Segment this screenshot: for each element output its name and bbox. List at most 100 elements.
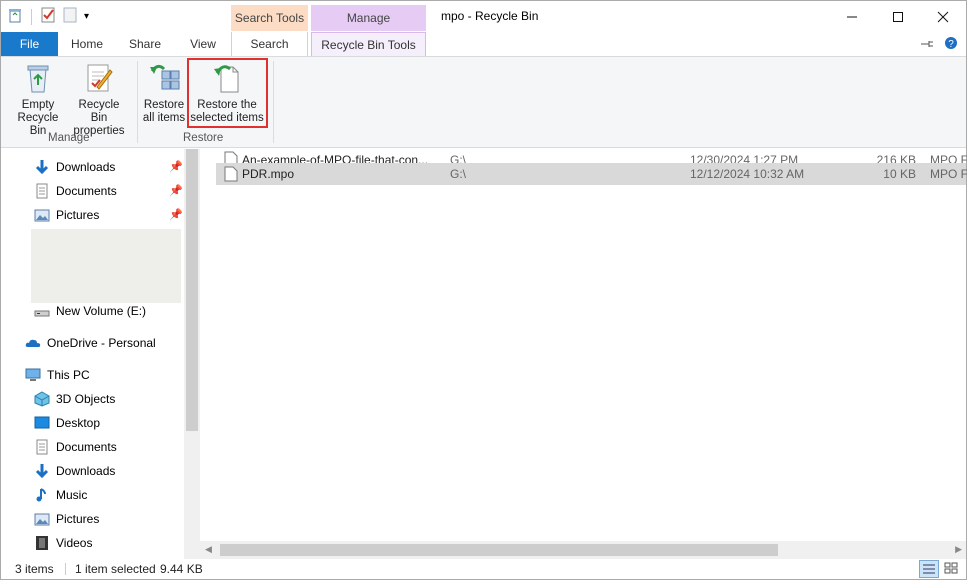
computer-icon bbox=[25, 368, 41, 381]
nav-item-desktop[interactable]: Desktop bbox=[34, 412, 100, 434]
customize-qat-icon[interactable]: ▾ bbox=[84, 11, 89, 22]
nav-item-pictures[interactable]: Pictures bbox=[34, 508, 99, 530]
recycle-bin-properties-button[interactable]: Recycle Bin properties bbox=[69, 61, 129, 138]
nav-item-music[interactable]: Music bbox=[34, 484, 87, 506]
desktop-icon bbox=[34, 416, 50, 429]
restore-all-items-button[interactable]: Restore all items bbox=[141, 61, 187, 125]
nav-item-this-pc[interactable]: This PC bbox=[25, 364, 90, 386]
navigation-pane: Downloads 📌 Documents 📌 Pictures 📌 New V… bbox=[1, 149, 200, 559]
file-type: MPO F bbox=[930, 167, 967, 181]
window-title: mpo - Recycle Bin bbox=[441, 9, 539, 23]
nav-label: Downloads bbox=[56, 160, 116, 174]
group-label-manage: Manage bbox=[48, 132, 90, 144]
table-row[interactable]: PDR.mpo G:\ 12/12/2024 10:32 AM 10 KB MP… bbox=[216, 163, 967, 185]
pictures-icon bbox=[34, 513, 50, 526]
manage-header: Manage bbox=[311, 5, 426, 31]
pin-ribbon-icon[interactable] bbox=[920, 38, 934, 52]
ribbon-controls: ? bbox=[920, 36, 958, 53]
restore-all-icon bbox=[148, 61, 180, 95]
nav-label: This PC bbox=[47, 368, 90, 382]
nav-item-documents-quick[interactable]: Documents bbox=[34, 180, 117, 202]
ribbon-group-separator bbox=[273, 61, 274, 143]
close-button[interactable] bbox=[920, 1, 966, 32]
nav-item-videos[interactable]: Videos bbox=[34, 532, 92, 554]
nav-label: Music bbox=[56, 488, 88, 502]
details-view-button[interactable] bbox=[919, 560, 939, 578]
empty-label-1: Empty bbox=[21, 99, 55, 111]
title-bar: ▾ Search Tools Manage mpo - Recycle Bin bbox=[1, 1, 966, 32]
file-list: An-example-of-MPO-file-that-con... G:\ 1… bbox=[200, 149, 967, 559]
large-icons-view-button[interactable] bbox=[942, 560, 962, 578]
file-name: PDR.mpo bbox=[242, 167, 295, 181]
quick-access-toolbar: ▾ bbox=[7, 7, 89, 26]
ribbon: Empty Recycle Bin Recycle Bin properties… bbox=[1, 56, 966, 148]
tab-view[interactable]: View bbox=[181, 32, 225, 56]
drive-icon bbox=[34, 310, 50, 317]
restore-all-label-1: Restore bbox=[143, 99, 185, 111]
nav-label: Downloads bbox=[56, 464, 116, 478]
3d-objects-icon bbox=[34, 391, 50, 407]
maximize-button[interactable] bbox=[875, 1, 921, 32]
tab-file[interactable]: File bbox=[1, 32, 58, 56]
properties-icon[interactable] bbox=[40, 7, 56, 26]
onedrive-cloud-icon bbox=[25, 339, 41, 347]
nav-scrollbar-thumb[interactable] bbox=[186, 149, 198, 431]
file-date: 12/12/2024 10:32 AM bbox=[690, 167, 805, 181]
nav-label: 3D Objects bbox=[56, 392, 116, 406]
nav-label: Documents bbox=[56, 184, 117, 198]
properties-label-1: Recycle Bin bbox=[78, 99, 120, 124]
svg-text:?: ? bbox=[948, 39, 954, 50]
film-icon bbox=[36, 536, 48, 550]
selection-size: 9.44 KB bbox=[160, 562, 203, 576]
nav-item-documents[interactable]: Documents bbox=[34, 436, 117, 458]
nav-label: Pictures bbox=[56, 208, 100, 222]
help-icon[interactable]: ? bbox=[944, 36, 958, 53]
properties-sheet-icon bbox=[83, 61, 115, 95]
nav-scrollbar[interactable] bbox=[184, 149, 200, 559]
nav-item-new-volume[interactable]: New Volume (E:) bbox=[34, 300, 146, 322]
ribbon-tabs: File Home Share View Search Recycle Bin … bbox=[1, 32, 966, 56]
scroll-left-icon[interactable]: ◀ bbox=[205, 544, 212, 555]
table-row[interactable]: An-example-of-MPO-file-that-con... G:\ 1… bbox=[216, 143, 967, 167]
tab-recycle-bin-tools[interactable]: Recycle Bin Tools bbox=[311, 32, 426, 56]
nav-label: Pictures bbox=[56, 512, 100, 526]
music-note-icon bbox=[36, 488, 46, 502]
nav-item-3d-objects[interactable]: 3D Objects bbox=[34, 388, 115, 410]
selection-count: 1 item selected bbox=[75, 562, 156, 576]
pin-icon: 📌 bbox=[169, 161, 183, 173]
tab-search[interactable]: Search bbox=[231, 32, 308, 56]
ribbon-group-separator bbox=[137, 61, 138, 143]
item-count: 3 items bbox=[15, 562, 54, 576]
status-bar: 3 items 1 item selected 9.44 KB bbox=[1, 559, 966, 579]
nav-item-pictures-quick[interactable]: Pictures bbox=[34, 204, 99, 226]
horizontal-scrollbar-thumb[interactable] bbox=[220, 544, 778, 556]
status-separator bbox=[65, 563, 66, 575]
download-arrow-icon bbox=[35, 160, 49, 175]
restore-all-label-2: all items bbox=[142, 112, 186, 124]
new-folder-icon[interactable] bbox=[62, 7, 78, 26]
document-icon bbox=[36, 439, 48, 455]
tab-home[interactable]: Home bbox=[65, 32, 109, 56]
file-size: 10 KB bbox=[883, 167, 916, 181]
file-location: G:\ bbox=[450, 167, 467, 181]
tab-share[interactable]: Share bbox=[123, 32, 167, 56]
recycle-bin-icon bbox=[7, 7, 23, 26]
nav-label: Documents bbox=[56, 440, 117, 454]
nav-item-downloads-quick[interactable]: Downloads bbox=[34, 156, 115, 178]
pin-icon: 📌 bbox=[169, 185, 183, 197]
empty-recycle-bin-button[interactable]: Empty Recycle Bin bbox=[9, 61, 67, 138]
file-icon bbox=[224, 166, 238, 182]
nav-label: OneDrive - Personal bbox=[47, 336, 156, 350]
pictures-icon bbox=[34, 209, 50, 222]
nav-label: New Volume (E:) bbox=[56, 304, 147, 318]
horizontal-scrollbar[interactable]: ◀ ▶ bbox=[200, 541, 966, 559]
search-tools-header: Search Tools bbox=[231, 5, 308, 31]
document-icon bbox=[36, 183, 48, 199]
scroll-right-icon[interactable]: ▶ bbox=[955, 544, 962, 555]
nav-item-downloads[interactable]: Downloads bbox=[34, 460, 115, 482]
nav-item-onedrive[interactable]: OneDrive - Personal bbox=[25, 332, 156, 354]
nav-label: Desktop bbox=[56, 416, 101, 430]
minimize-button[interactable] bbox=[829, 1, 875, 32]
hidden-nav-area bbox=[31, 229, 181, 303]
download-arrow-icon bbox=[35, 464, 49, 479]
